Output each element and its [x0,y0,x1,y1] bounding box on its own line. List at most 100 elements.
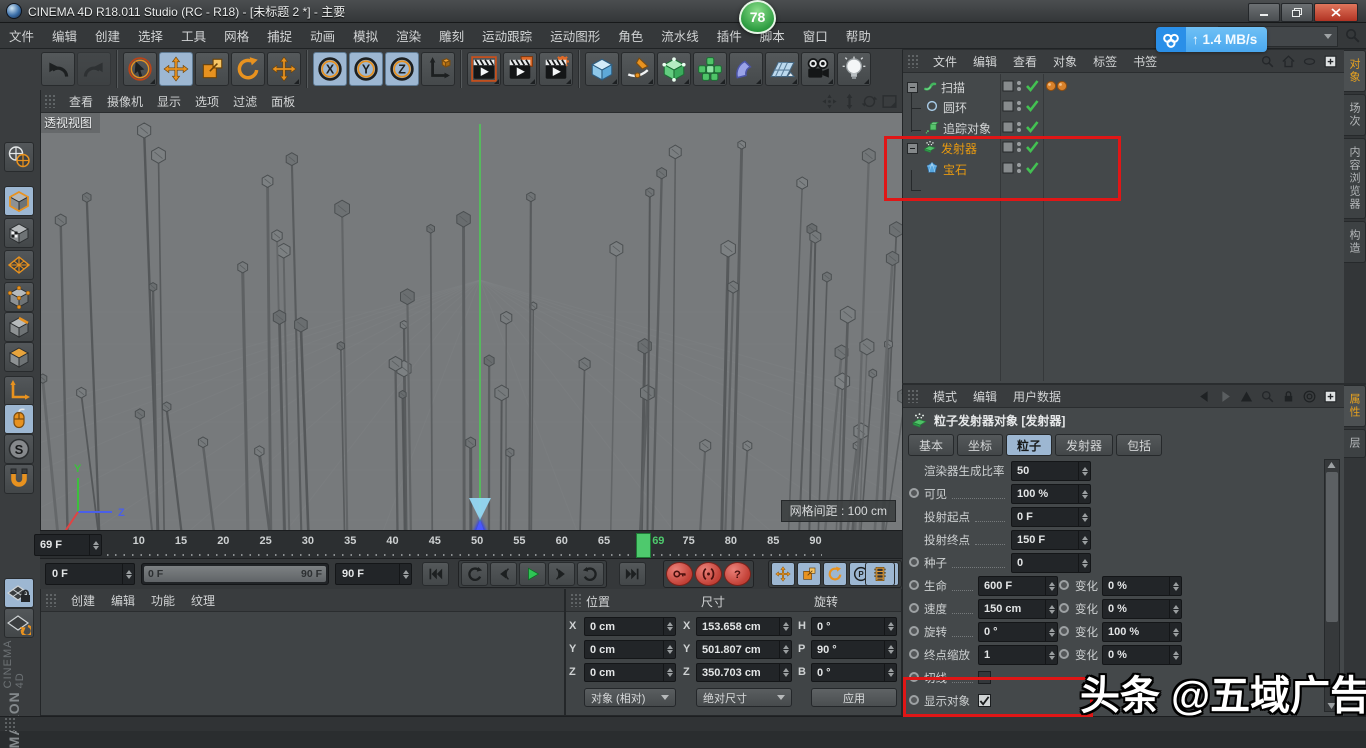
animation-dot-icon[interactable] [1059,649,1069,659]
timeline-start-field[interactable]: 0 F [45,563,135,585]
goto-end-button[interactable] [619,562,646,586]
next-key-button[interactable] [577,562,604,586]
search-icon[interactable] [1260,54,1275,69]
animation-dot-icon[interactable] [909,557,919,567]
side-tab-3[interactable]: 内容浏览器 [1344,138,1366,219]
panel-grip[interactable] [45,593,57,607]
keyframe-selection-button[interactable] [695,562,722,586]
close-button[interactable] [1314,3,1358,22]
maximize-button[interactable] [1281,3,1313,22]
lock-axis-y-button[interactable]: Y [349,52,383,86]
expander-icon[interactable] [907,82,918,93]
add-deformer-button[interactable] [729,52,763,86]
lock-axis-z-button[interactable]: Z [385,52,419,86]
stepper-icon[interactable] [663,618,675,635]
add-spline-button[interactable] [621,52,655,86]
menu-item-2[interactable]: 摄像机 [100,91,150,112]
keying-position-toggle[interactable] [771,562,795,586]
stepper-icon[interactable] [1169,577,1181,595]
open-timeline-button[interactable] [865,562,895,586]
animation-dot-icon[interactable] [909,488,919,498]
object-label[interactable]: 发射器 [941,140,977,157]
render-settings-button[interactable] [539,52,573,86]
value-field[interactable]: 0 F [1011,507,1091,527]
menu-item-1[interactable]: 文件 [925,51,965,72]
workplane-mode-button[interactable] [4,250,34,280]
search-icon[interactable] [1344,27,1361,44]
timeline-playhead[interactable] [636,533,651,558]
animation-dot-icon[interactable] [909,649,919,659]
stepper-icon[interactable] [1078,554,1090,572]
variation-field[interactable]: 0 % [1102,599,1182,619]
variation-field[interactable]: 100 % [1102,622,1182,642]
menu-item-2[interactable]: 编辑 [103,590,143,611]
texture-mode-button[interactable] [4,218,34,248]
orbit-icon[interactable] [861,93,878,110]
coord-field-旋转-B[interactable]: 0 ° [811,663,897,682]
menu-item-1[interactable]: 查看 [62,91,100,112]
checkbox-unchecked[interactable] [978,671,991,684]
stepper-icon[interactable] [1045,623,1057,641]
add-panel-icon[interactable] [1323,54,1338,69]
path-icon[interactable] [1302,54,1317,69]
menu-item-11[interactable]: 雕刻 [430,23,473,48]
stepper-icon[interactable] [1045,577,1057,595]
add-environment-button[interactable] [765,52,799,86]
play-button[interactable] [519,562,546,586]
maximize-icon[interactable] [881,93,898,110]
interactive-workplane-button[interactable] [4,608,34,638]
stepper-icon[interactable] [1169,646,1181,664]
coord-field-尺寸-X[interactable]: 153.658 cm [696,617,792,636]
menu-item-9[interactable]: 模拟 [344,23,387,48]
menu-item-4[interactable]: 选择 [129,23,172,48]
animation-dot-icon[interactable] [1059,603,1069,613]
stepper-icon[interactable] [1078,531,1090,549]
menu-item-7[interactable]: 捕捉 [258,23,301,48]
add-light-button[interactable] [837,52,871,86]
keying-scale-toggle[interactable] [797,562,821,586]
menu-item-1[interactable]: 文件 [0,23,43,48]
visibility-toggles[interactable] [1002,160,1042,181]
coord-dropdown[interactable]: 绝对尺寸 [696,688,792,707]
object-label[interactable]: 追踪对象 [943,120,991,137]
side-tab-4[interactable]: 构造 [1344,221,1366,263]
menu-item-12[interactable]: 运动跟踪 [473,23,541,48]
live-selection-button[interactable] [123,52,157,86]
coordinate-system-button[interactable] [421,52,455,86]
menu-item-15[interactable]: 流水线 [652,23,708,48]
value-field[interactable]: 150 cm [978,599,1058,619]
menu-item-3[interactable]: 创建 [86,23,129,48]
redo-button[interactable] [77,52,111,86]
edges-mode-button[interactable] [4,312,34,342]
enable-axis-mode-button[interactable] [4,376,34,406]
prev-frame-button[interactable] [490,562,517,586]
menu-item-10[interactable]: 渲染 [387,23,430,48]
menu-item-19[interactable]: 帮助 [837,23,880,48]
stepper-icon[interactable] [399,564,411,584]
object-row-5[interactable]: 宝石 [903,158,1344,178]
am-side-tab-1[interactable]: 属性 [1344,385,1366,427]
stepper-icon[interactable] [779,641,791,658]
menu-item-3[interactable]: 显示 [150,91,188,112]
menu-item-2[interactable]: 编辑 [965,51,1005,72]
polygons-mode-button[interactable] [4,342,34,372]
am-side-tab-2[interactable]: 层 [1344,429,1366,458]
lock-axis-x-button[interactable]: X [313,52,347,86]
add-primitive-button[interactable] [585,52,619,86]
prev-key-button[interactable] [461,562,488,586]
timeline-end-field[interactable]: 90 F [335,563,412,585]
perspective-viewport[interactable]: YZX 查看摄像机显示选项过滤面板 透视视图 网格间距 : 100 cm [40,90,902,530]
value-field[interactable]: 50 [1011,461,1091,481]
stepper-icon[interactable] [884,618,896,635]
render-to-picture-viewer-button[interactable] [503,52,537,86]
object-row-3[interactable]: 追踪对象 [903,117,1344,137]
coord-field-旋转-P[interactable]: 90 ° [811,640,897,659]
value-field[interactable]: 1 [978,645,1058,665]
scale-tool-button[interactable] [195,52,229,86]
coord-dropdown[interactable]: 对象 (相对) [584,688,676,707]
side-tab-1[interactable]: 对象 [1344,50,1366,92]
menu-item-6[interactable]: 面板 [264,91,302,112]
menu-item-14[interactable]: 角色 [609,23,652,48]
stepper-icon[interactable] [779,618,791,635]
stepper-icon[interactable] [122,564,134,584]
